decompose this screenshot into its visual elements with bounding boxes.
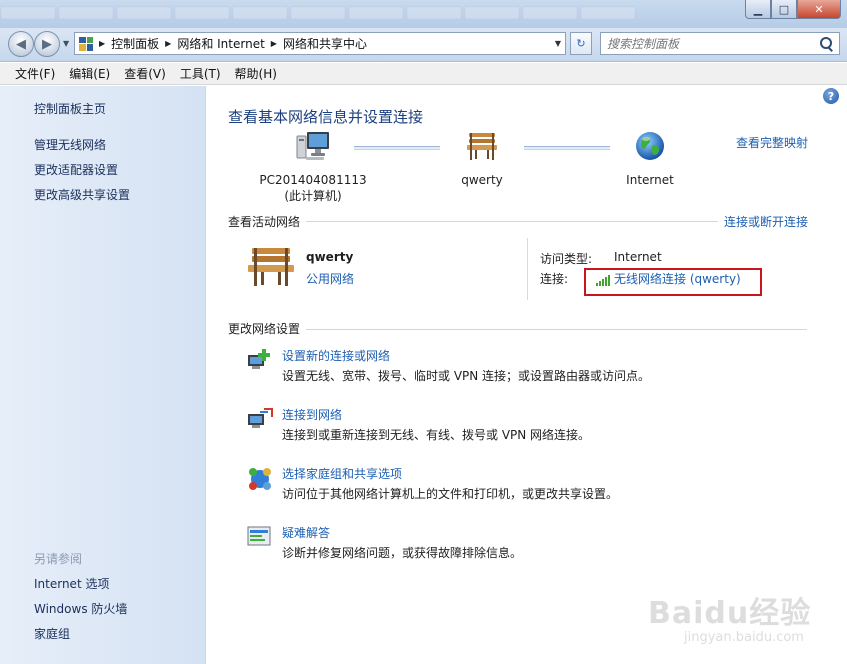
watermark-url: jingyan.baidu.com — [684, 630, 804, 645]
ghost-tab — [58, 6, 114, 20]
see-also-heading: 另请参阅 — [34, 552, 83, 566]
access-type-value: Internet — [614, 250, 662, 264]
breadcrumb-chevron-right-icon[interactable]: ▶ — [99, 39, 105, 48]
minimize-icon: ▁ — [753, 2, 763, 16]
refresh-button[interactable]: ↻ — [570, 32, 592, 55]
help-icon[interactable]: ? — [823, 88, 839, 104]
breadcrumb-chevron-right-icon[interactable]: ▶ — [271, 39, 277, 48]
address-history-chevron-down-icon[interactable]: ▼ — [555, 39, 561, 48]
maximize-button[interactable]: □ — [771, 0, 797, 19]
active-network-name: qwerty — [306, 250, 354, 264]
change-settings-heading: 更改网络设置 — [228, 322, 301, 336]
view-full-map-link[interactable]: 查看完整映射 — [736, 134, 808, 151]
ghost-tab — [116, 6, 172, 20]
access-type-label: 访问类型: — [540, 252, 593, 266]
refresh-icon: ↻ — [576, 37, 586, 50]
highlight-annotation-box — [584, 268, 762, 296]
breadcrumb-chevron-right-icon[interactable]: ▶ — [165, 39, 171, 48]
background-taskbar-tabs — [0, 6, 636, 22]
minimize-button[interactable]: ▁ — [745, 0, 771, 19]
homegroup-icon — [249, 468, 271, 490]
page-title: 查看基本网络信息并设置连接 — [228, 108, 424, 126]
divider — [306, 329, 807, 330]
menu-bar: 文件(F) 编辑(E) 查看(V) 工具(T) 帮助(H) — [0, 63, 847, 85]
task-homegroup-sharing-desc: 访问位于其他网络计算机上的文件和打印机，或更改共享设置。 — [282, 487, 619, 501]
help-glyph: ? — [827, 89, 835, 103]
search-box — [600, 32, 840, 55]
sidebar-item-advanced-sharing[interactable]: 更改高级共享设置 — [34, 186, 130, 203]
connect-network-icon — [248, 408, 273, 428]
close-button[interactable]: ✕ — [797, 0, 841, 19]
task-setup-connection-desc: 设置无线、宽带、拨号、临时或 VPN 连接；或设置路由器或访问点。 — [282, 369, 651, 383]
divider — [306, 221, 718, 222]
node-network: qwerty — [450, 130, 514, 188]
forward-button[interactable]: ▶ — [34, 31, 60, 57]
watermark-logo-text: Baidu经验 — [648, 596, 812, 631]
computer-subtitle: (此计算机) — [284, 189, 342, 203]
park-bench-icon — [467, 133, 497, 160]
arrow-right-icon: ▶ — [42, 36, 52, 52]
breadcrumb-control-panel[interactable]: 控制面板 — [111, 35, 159, 52]
connect-disconnect-link[interactable]: 连接或断开连接 — [724, 213, 808, 230]
map-connector-line — [354, 146, 440, 150]
navigation-bar: ◀ ▶ ▼ ▶ 控制面板 ▶ 网络和 Internet ▶ 网络和共享中心 ▼ … — [0, 28, 847, 62]
network-type-link[interactable]: 公用网络 — [306, 270, 354, 287]
control-panel-icon — [79, 36, 93, 51]
sidebar-item-adapter-settings[interactable]: 更改适配器设置 — [34, 161, 118, 178]
new-connection-icon — [248, 349, 270, 369]
ghost-tab — [290, 6, 346, 20]
sidebar-item-homegroup[interactable]: 家庭组 — [34, 625, 70, 642]
close-icon: ✕ — [814, 2, 824, 16]
ghost-tab — [174, 6, 230, 20]
window-controls: ▁ □ ✕ — [745, 0, 841, 19]
task-connect-network-desc: 连接到或重新连接到无线、有线、拨号或 VPN 网络连接。 — [282, 428, 591, 442]
network-name: qwerty — [461, 173, 503, 187]
back-button[interactable]: ◀ — [8, 31, 34, 57]
node-internet: Internet — [612, 130, 688, 188]
sidebar-item-control-panel-home[interactable]: 控制面板主页 — [34, 100, 106, 117]
internet-label: Internet — [626, 173, 674, 187]
task-troubleshoot-desc: 诊断并修复网络问题，或获得故障排除信息。 — [282, 546, 523, 560]
ghost-tab — [580, 6, 636, 20]
globe-icon — [636, 132, 664, 160]
node-this-computer: PC201404081113 (此计算机) — [250, 130, 376, 204]
park-bench-icon — [248, 248, 294, 286]
ghost-tab — [522, 6, 578, 20]
search-input[interactable] — [607, 33, 817, 54]
ghost-tab — [232, 6, 288, 20]
computer-name: PC201404081113 — [259, 173, 367, 187]
recent-pages-chevron-down-icon[interactable]: ▼ — [63, 39, 69, 48]
maximize-icon: □ — [778, 2, 790, 16]
computer-icon — [296, 132, 329, 160]
search-icon[interactable] — [817, 35, 835, 53]
sidebar-item-windows-firewall[interactable]: Windows 防火墙 — [34, 600, 127, 617]
menu-view[interactable]: 查看(V) — [117, 65, 173, 82]
task-connect-network-link[interactable]: 连接到网络 — [282, 406, 342, 423]
breadcrumb-network-internet[interactable]: 网络和 Internet — [177, 35, 264, 52]
ghost-tab — [348, 6, 404, 20]
menu-edit[interactable]: 编辑(E) — [62, 65, 117, 82]
sidebar-item-internet-options[interactable]: Internet 选项 — [34, 575, 109, 592]
task-setup-connection-link[interactable]: 设置新的连接或网络 — [282, 347, 390, 364]
sidebar: 控制面板主页 管理无线网络 更改适配器设置 更改高级共享设置 另请参阅 Inte… — [0, 86, 206, 664]
task-troubleshoot-link[interactable]: 疑难解答 — [282, 524, 330, 541]
troubleshoot-icon — [247, 526, 271, 546]
menu-file[interactable]: 文件(F) — [8, 65, 62, 82]
menu-help[interactable]: 帮助(H) — [228, 65, 284, 82]
baidu-watermark: Baidu经验 jingyan.baidu.com — [648, 588, 847, 658]
menu-tools[interactable]: 工具(T) — [173, 65, 228, 82]
task-homegroup-sharing-link[interactable]: 选择家庭组和共享选项 — [282, 465, 402, 482]
ghost-tab — [406, 6, 462, 20]
connections-label: 连接: — [540, 272, 569, 286]
arrow-left-icon: ◀ — [16, 36, 26, 52]
breadcrumb-network-sharing-center[interactable]: 网络和共享中心 — [283, 35, 367, 52]
ghost-tab — [464, 6, 520, 20]
address-bar[interactable]: ▶ 控制面板 ▶ 网络和 Internet ▶ 网络和共享中心 ▼ — [74, 32, 566, 55]
title-bar: ▁ □ ✕ — [0, 0, 847, 30]
sidebar-item-manage-wireless[interactable]: 管理无线网络 — [34, 136, 106, 153]
ghost-tab — [0, 6, 56, 20]
divider — [527, 238, 528, 300]
map-connector-line — [524, 146, 610, 150]
active-networks-heading: 查看活动网络 — [228, 215, 301, 229]
